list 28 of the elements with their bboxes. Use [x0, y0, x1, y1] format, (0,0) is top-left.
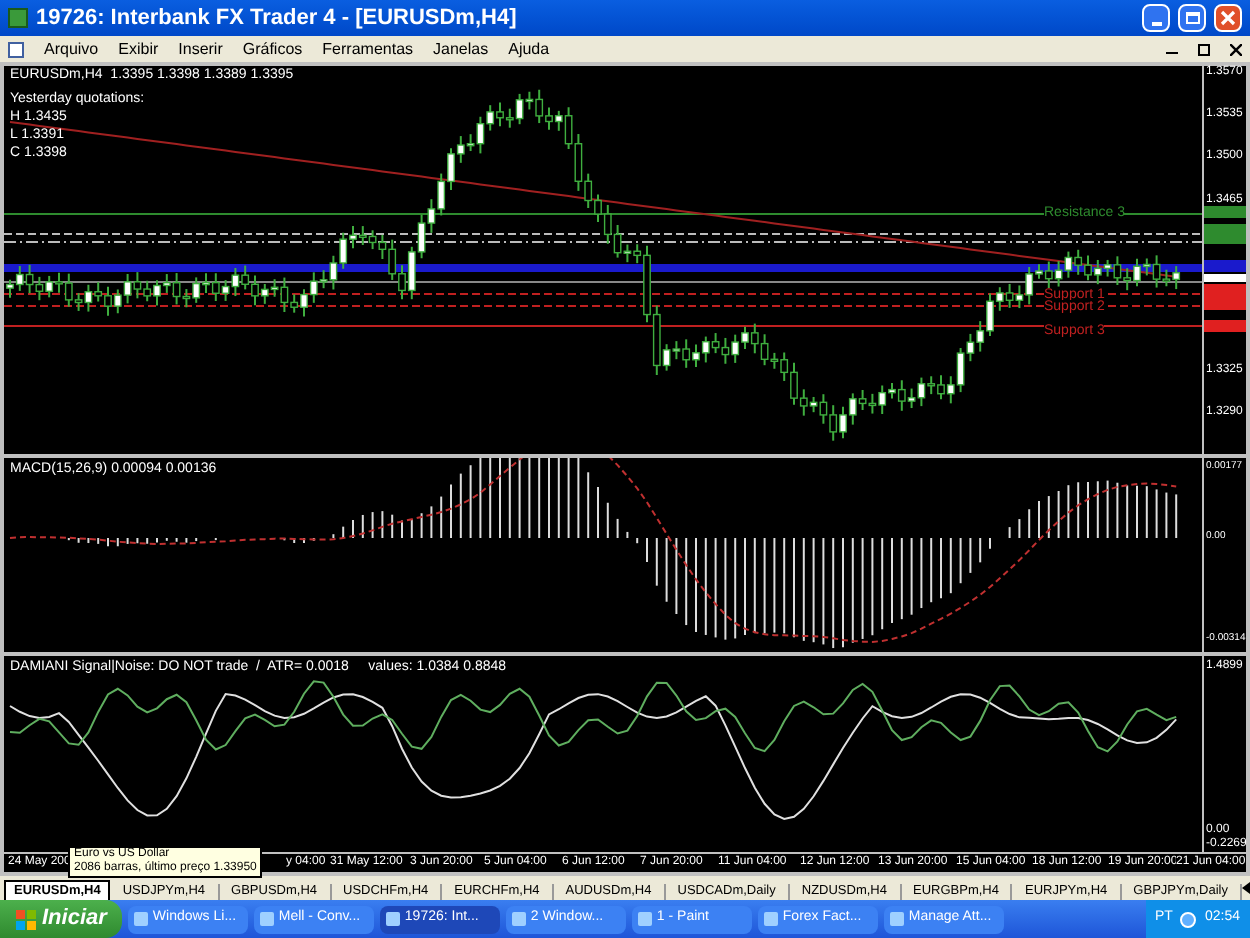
- price-marker: [1204, 320, 1246, 332]
- app-icon: [260, 912, 275, 926]
- app-icon: [890, 912, 905, 926]
- menu-item[interactable]: Gráficos: [242, 37, 303, 61]
- window-title: 19726: Interbank FX Trader 4 - [EURUSDm,H4]: [36, 3, 519, 34]
- menu-item[interactable]: Arquivo: [44, 37, 99, 61]
- menu-item[interactable]: Inserir: [178, 37, 223, 61]
- close-button[interactable]: [1214, 4, 1242, 32]
- minimize-button[interactable]: [1142, 4, 1170, 32]
- app-icon: [8, 8, 28, 28]
- close-icon: [1220, 10, 1236, 26]
- windows-flag-icon: [16, 909, 36, 929]
- app-icon: [386, 912, 401, 926]
- tray-icon[interactable]: [1180, 911, 1197, 927]
- app-icon: [638, 912, 653, 926]
- app-icon: [512, 912, 527, 926]
- restore-icon[interactable]: [1198, 43, 1210, 55]
- price-marker: [1204, 224, 1246, 244]
- app-icon: [764, 912, 779, 926]
- maximize-button[interactable]: [1178, 4, 1206, 32]
- close-icon[interactable]: [1230, 43, 1242, 55]
- price-marker: [1204, 206, 1246, 218]
- app-icon: [134, 912, 149, 926]
- menu-item[interactable]: Ajuda: [508, 37, 550, 61]
- menu-item[interactable]: Janelas: [433, 37, 489, 61]
- menu-item[interactable]: Exibir: [118, 37, 159, 61]
- menu-item[interactable]: Ferramentas: [322, 37, 414, 61]
- document-icon: [8, 41, 24, 57]
